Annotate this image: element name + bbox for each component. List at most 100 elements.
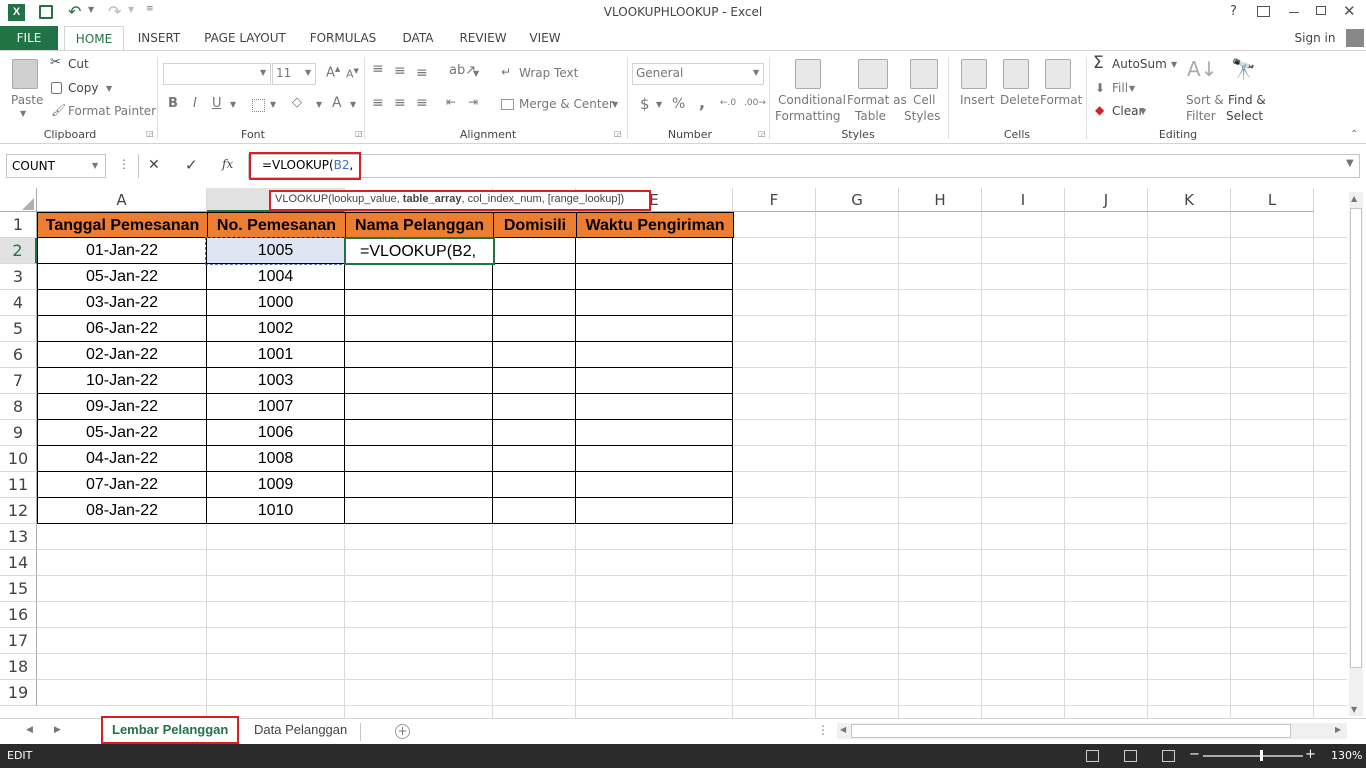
format-cells-button[interactable]: Format [1040, 93, 1082, 107]
merge-center-button[interactable]: Merge & Center [519, 97, 614, 111]
vertical-scroll-thumb[interactable] [1350, 208, 1362, 668]
table-cell[interactable] [345, 368, 493, 394]
row-header-6[interactable]: 6 [0, 342, 37, 368]
insert-function-icon[interactable]: fx [222, 157, 233, 171]
page-break-view-icon[interactable] [1162, 750, 1175, 762]
column-header-a[interactable]: A [37, 188, 207, 212]
table-cell[interactable]: 1004 [207, 264, 345, 290]
restore-icon[interactable] [1316, 6, 1326, 15]
tab-data[interactable]: DATA [393, 26, 443, 50]
wrap-text-button[interactable]: Wrap Text [519, 66, 578, 80]
increase-indent-icon[interactable]: ⇥ [468, 95, 478, 109]
row-header-4[interactable]: 4 [0, 290, 37, 316]
currency-button[interactable]: $ [640, 95, 650, 113]
comma-button[interactable]: , [699, 93, 705, 112]
zoom-slider-thumb[interactable] [1260, 750, 1263, 761]
table-cell[interactable] [576, 446, 733, 472]
column-header-f[interactable]: F [733, 188, 816, 212]
find-select-label-2[interactable]: Select [1226, 109, 1263, 123]
scroll-up-icon[interactable]: ▲ [1351, 194, 1357, 203]
tab-file[interactable]: FILE [0, 26, 58, 50]
number-launcher-icon[interactable]: ◲ [758, 129, 766, 138]
row-header-5[interactable]: 5 [0, 316, 37, 342]
zoom-level[interactable]: 130% [1331, 749, 1362, 762]
formula-text[interactable]: =VLOOKUP(B2, [262, 158, 353, 172]
zoom-in-icon[interactable]: + [1305, 747, 1316, 762]
paste-icon[interactable] [12, 59, 38, 89]
table-cell[interactable]: 03-Jan-22 [37, 290, 207, 316]
tab-home[interactable]: HOME [64, 26, 124, 51]
fill-button[interactable]: Fill [1112, 81, 1128, 95]
currency-dropdown-icon[interactable]: ▼ [656, 100, 662, 109]
table-cell[interactable]: 1002 [207, 316, 345, 342]
enter-icon[interactable]: ✓ [185, 156, 198, 174]
close-icon[interactable]: ✕ [1343, 2, 1356, 20]
delete-cells-button[interactable]: Delete [1000, 93, 1039, 107]
sort-filter-label-2[interactable]: Filter [1186, 109, 1216, 123]
table-cell[interactable] [493, 446, 576, 472]
table-cell[interactable]: 04-Jan-22 [37, 446, 207, 472]
table-cell[interactable]: 05-Jan-22 [37, 420, 207, 446]
copy-dropdown-icon[interactable]: ▼ [106, 84, 112, 93]
clear-button[interactable]: Clear [1112, 104, 1143, 118]
worksheet-grid[interactable]: ABCDEFGHIJKL 123456789101112131415161718… [0, 188, 1366, 718]
new-sheet-icon[interactable]: + [395, 724, 410, 739]
align-top-icon[interactable]: ≡ [372, 61, 384, 77]
user-avatar-icon[interactable] [1346, 29, 1364, 47]
table-cell[interactable] [493, 238, 576, 264]
table-cell[interactable] [493, 472, 576, 498]
table-cell[interactable]: 1010 [207, 498, 345, 524]
table-cell[interactable]: 1008 [207, 446, 345, 472]
shrink-font-icon[interactable]: A▼ [346, 67, 359, 81]
font-color-icon[interactable]: A [332, 95, 342, 111]
row-header-9[interactable]: 9 [0, 420, 37, 446]
table-cell[interactable]: 06-Jan-22 [37, 316, 207, 342]
tab-formulas[interactable]: FORMULAS [303, 26, 383, 50]
table-cell[interactable]: 1001 [207, 342, 345, 368]
borders-dropdown-icon[interactable]: ▼ [270, 100, 276, 109]
row-header-14[interactable]: 14 [0, 550, 37, 576]
row-header-18[interactable]: 18 [0, 654, 37, 680]
table-cell[interactable]: 07-Jan-22 [37, 472, 207, 498]
grow-font-icon[interactable]: A▲ [326, 65, 340, 80]
table-cell[interactable] [493, 498, 576, 524]
font-launcher-icon[interactable]: ◲ [355, 129, 363, 138]
clear-dropdown-icon[interactable]: ▼ [1140, 107, 1146, 116]
font-name-box[interactable] [163, 63, 271, 85]
column-header-g[interactable]: G [816, 188, 899, 212]
table-cell[interactable]: 1007 [207, 394, 345, 420]
borders-icon[interactable] [252, 99, 265, 112]
paste-button[interactable]: Paste [11, 93, 43, 107]
table-cell[interactable] [493, 342, 576, 368]
table-cell[interactable] [345, 420, 493, 446]
collapse-ribbon-icon[interactable]: ⌃ [1350, 129, 1358, 140]
fill-dropdown-icon[interactable]: ▼ [1129, 84, 1135, 93]
font-size-dropdown-icon[interactable]: ▼ [305, 68, 311, 77]
fill-color-dropdown-icon[interactable]: ▼ [316, 100, 322, 109]
table-cell[interactable] [345, 498, 493, 524]
increase-decimal-icon[interactable]: ←.0 [720, 98, 736, 108]
sort-filter-label-1[interactable]: Sort & [1186, 93, 1224, 107]
header-cell-a[interactable]: Tanggal Pemesanan [37, 212, 208, 238]
table-cell[interactable] [345, 394, 493, 420]
row-header-15[interactable]: 15 [0, 576, 37, 602]
table-cell[interactable] [576, 264, 733, 290]
cut-button[interactable]: Cut [68, 57, 89, 71]
table-cell[interactable] [493, 420, 576, 446]
row-header-11[interactable]: 11 [0, 472, 37, 498]
table-cell[interactable] [576, 394, 733, 420]
find-select-label-1[interactable]: Find & [1228, 93, 1266, 107]
underline-button[interactable]: U [212, 96, 222, 111]
format-painter-button[interactable]: Format Painter [68, 104, 156, 118]
active-cell-c2[interactable]: =VLOOKUP(B2, [344, 237, 495, 265]
cell-styles-label-2[interactable]: Styles [904, 109, 940, 123]
row-header-3[interactable]: 3 [0, 264, 37, 290]
column-header-k[interactable]: K [1148, 188, 1231, 212]
tab-insert[interactable]: INSERT [130, 26, 188, 50]
scroll-down-icon[interactable]: ▼ [1351, 705, 1357, 714]
sheet-scroll-right-icon[interactable]: ▶ [54, 725, 61, 735]
align-left-icon[interactable]: ≡ [372, 95, 384, 111]
column-header-i[interactable]: I [982, 188, 1065, 212]
table-cell[interactable]: 05-Jan-22 [37, 264, 207, 290]
horizontal-scroll-thumb[interactable] [851, 724, 1291, 738]
